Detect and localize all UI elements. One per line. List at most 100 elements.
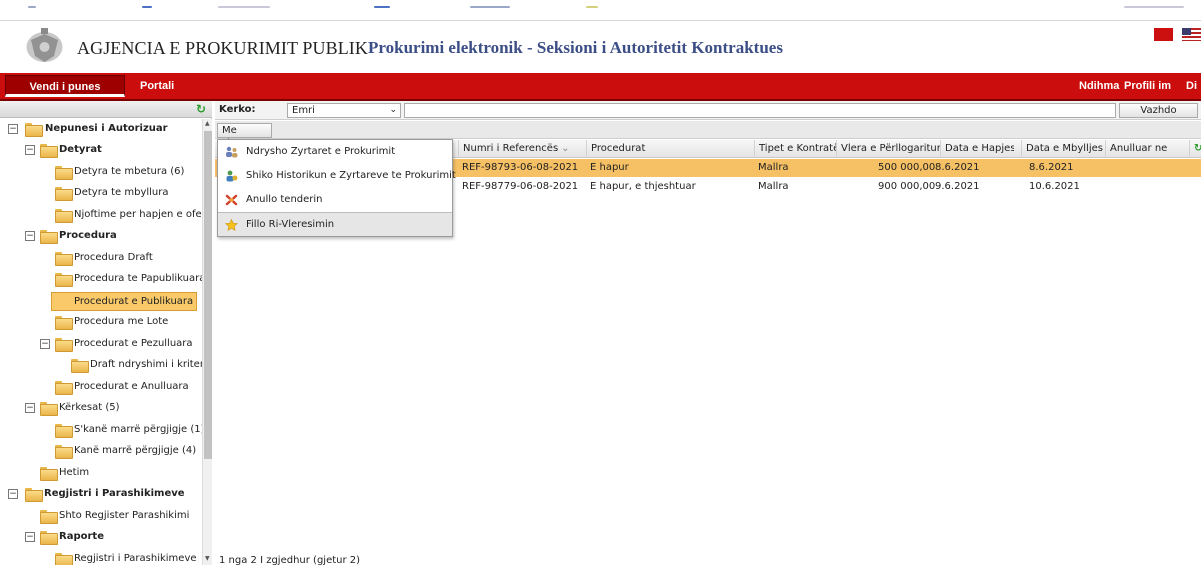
folder-icon <box>71 359 89 373</box>
column-header-estimated-value[interactable]: Vlera e Përllogaritur <box>836 140 940 158</box>
tree-item-hetim[interactable]: Hetim <box>0 463 202 484</box>
column-header-close-date[interactable]: Data e Mbylljes <box>1021 140 1105 158</box>
tree-item-detyra-te-mbetura[interactable]: Detyra te mbetura (6) <box>0 162 202 183</box>
column-header-cancelled[interactable]: Anulluar ne <box>1105 140 1189 158</box>
tree-item-label: Detyrat <box>59 144 102 155</box>
collapse-icon[interactable]: − <box>8 489 18 499</box>
more-actions-button[interactable]: Me shume ▼ <box>217 123 272 149</box>
cell-contract-type: Mallra <box>758 162 789 173</box>
tree-item-raporte[interactable]: − Raporte <box>0 527 202 548</box>
menu-item-start-reevaluation[interactable]: Fillo Ri-Vleresimin <box>218 212 452 236</box>
app-header: AGJENCIA E PROKURIMIT PUBLIK Prokurimi e… <box>0 0 1201 73</box>
tree-item-me-pergjigje[interactable]: Kanë marrë përgjigje (4) <box>0 441 202 462</box>
scrollbar-thumb[interactable] <box>204 131 212 459</box>
scroll-down-icon[interactable]: ▼ <box>205 555 210 562</box>
search-field-select[interactable]: Emri ⌄ <box>287 103 401 118</box>
folder-icon <box>55 166 73 180</box>
tree-item-shto-regjister[interactable]: Shto Regjister Parashikimi <box>0 506 202 527</box>
tree-item-detyrat[interactable]: − Detyrat <box>0 140 202 161</box>
tree-scrollbar[interactable]: ▲ ▼ <box>202 119 212 565</box>
column-header-reference[interactable]: Numri i Referencës ⌄ <box>458 140 586 158</box>
collapse-icon[interactable]: − <box>25 231 35 241</box>
tree-item-label: Kërkesat (5) <box>59 402 120 413</box>
tree-item-regjistri-raport[interactable]: Regjistri i Parashikimeve <box>0 549 202 565</box>
folder-icon <box>55 187 73 201</box>
folder-icon <box>40 230 58 244</box>
section-subtitle: Prokurimi elektronik - Seksioni i Autori… <box>368 38 783 57</box>
collapse-icon[interactable]: − <box>8 124 18 134</box>
tree-item-njoftime[interactable]: Njoftime per hapjen e oferta <box>0 205 202 226</box>
menu-item-cancel-tender[interactable]: Anullo tenderin <box>218 188 452 212</box>
tree-item-kerkesat[interactable]: − Kërkesat (5) <box>0 398 202 419</box>
folder-icon <box>55 445 73 459</box>
search-button[interactable]: Vazhdo <box>1119 103 1198 118</box>
cell-estimated-value: 900 000,00 <box>878 181 936 192</box>
profile-link[interactable]: Profili im <box>1124 75 1171 97</box>
grid-status: 1 nga 2 I zgjedhur (gjetur 2) <box>219 555 361 565</box>
chevron-down-icon: ⌄ <box>389 105 397 115</box>
navigation-tree: − Nepunesi i Autorizuar − Detyrat Detyra… <box>0 119 202 565</box>
search-label: Kerko: <box>219 104 256 115</box>
tree-item-procedurat-e-publikuara[interactable]: Procedurat e Publikuara <box>0 291 202 312</box>
search-input[interactable] <box>404 103 1116 118</box>
folder-icon <box>40 510 58 524</box>
emblem-icon <box>26 28 63 62</box>
truncated-nav-link[interactable]: Di <box>1186 75 1197 97</box>
grid-toolbar: Me shume ▼ <box>215 121 1201 149</box>
tree-item-procedura-me-lote[interactable]: Procedura me Lote <box>0 312 202 333</box>
folder-icon <box>55 424 73 438</box>
tree-item-label: Draft ndryshimi i kritere <box>90 359 202 370</box>
header-divider <box>0 20 1201 21</box>
tree-item-label: Shto Regjister Parashikimi <box>59 510 190 521</box>
tree-item-detyra-te-mbyllura[interactable]: Detyra te mbyllura <box>0 183 202 204</box>
tree-item-procedura[interactable]: − Procedura <box>0 226 202 247</box>
collapse-icon[interactable]: − <box>25 145 35 155</box>
cell-close-date: 10.6.2021 <box>1029 181 1080 192</box>
tree-item-draft-ndryshimi[interactable]: Draft ndryshimi i kritere <box>0 355 202 376</box>
tree-item-procedurat-e-pezulluara[interactable]: − Procedurat e Pezulluara <box>0 334 202 355</box>
tree-item-label: S'kanë marrë përgjigje (1) <box>74 424 202 435</box>
tree-item-label: Procedura me Lote <box>74 316 169 327</box>
us-flag-icon[interactable] <box>1182 28 1201 41</box>
tree-toolbar: ↻ <box>0 101 212 118</box>
menu-item-label: Ndrysho Zyrtaret e Prokurimit <box>246 146 396 157</box>
folder-icon <box>55 338 73 352</box>
collapse-icon[interactable]: − <box>25 532 35 542</box>
tab-vendi-i-punes[interactable]: Vendi i punes <box>5 75 125 97</box>
collapse-icon[interactable]: − <box>25 403 35 413</box>
cell-procedure: E hapur <box>590 162 629 173</box>
cell-contract-type: Mallra <box>758 181 789 192</box>
column-header-contract-type[interactable]: Tipet e Kontratës <box>754 140 836 158</box>
tree-item-procedura-te-papublikuara[interactable]: Procedura te Papublikuara <box>0 269 202 290</box>
scroll-up-icon[interactable]: ▲ <box>205 120 210 127</box>
tree-item-label: Procedura Draft <box>74 252 153 263</box>
grid-refresh-icon[interactable]: ↻ <box>1189 140 1201 158</box>
more-actions-menu: Ndrysho Zyrtaret e Prokurimit Shiko Hist… <box>217 139 456 237</box>
tree-item-label: Kanë marrë përgjigje (4) <box>74 445 197 456</box>
tree-item-label: Procedura te Papublikuara <box>74 273 202 284</box>
help-link[interactable]: Ndihma <box>1079 75 1119 97</box>
cell-reference: REF-98793-06-08-2021 <box>462 162 579 173</box>
top-decorative-strip <box>0 0 1201 14</box>
tree-item-pa-pergjigje[interactable]: S'kanë marrë përgjigje (1) <box>0 420 202 441</box>
tree-item-regjistri[interactable]: − Regjistri i Parashikimeve <box>0 484 202 505</box>
menu-item-view-history[interactable]: Shiko Historikun e Zyrtareve te Prokurim… <box>218 164 456 188</box>
folder-icon <box>55 273 73 287</box>
cell-open-date: 8.6.2021 <box>935 162 980 173</box>
folder-icon <box>55 209 73 223</box>
albania-flag-icon[interactable] <box>1154 28 1173 41</box>
menu-item-change-officers[interactable]: Ndrysho Zyrtaret e Prokurimit <box>218 140 452 164</box>
tree-item-nepunesi[interactable]: − Nepunesi i Autorizuar <box>0 119 202 140</box>
users-history-icon <box>226 170 238 182</box>
column-header-procedure[interactable]: Procedurat <box>586 140 754 158</box>
column-header-open-date[interactable]: Data e Hapjes <box>940 140 1014 158</box>
tree-item-procedura-draft[interactable]: Procedura Draft <box>0 248 202 269</box>
tree-item-label: Detyra te mbetura (6) <box>74 166 185 177</box>
collapse-icon[interactable]: − <box>40 339 50 349</box>
folder-icon <box>55 553 73 565</box>
folder-icon <box>40 402 58 416</box>
cell-cancelled <box>1105 178 1109 196</box>
tree-item-procedurat-e-anulluara[interactable]: Procedurat e Anulluara <box>0 377 202 398</box>
tab-portali[interactable]: Portali <box>130 75 184 97</box>
refresh-icon[interactable]: ↻ <box>196 103 208 115</box>
